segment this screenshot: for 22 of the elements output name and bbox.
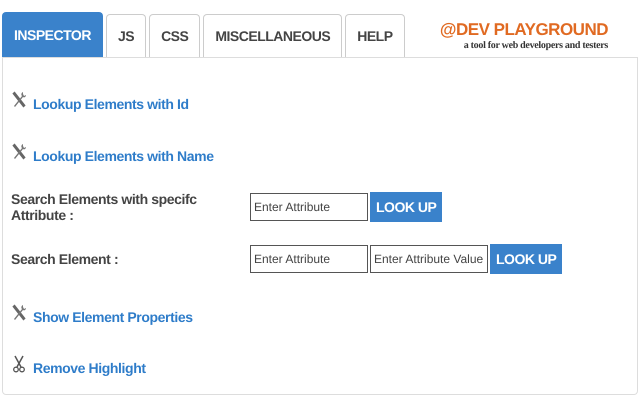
tab[interactable]: JS — [106, 14, 146, 57]
logo-title: @DEV PLAYGROUND — [440, 20, 608, 40]
action-link[interactable]: Lookup Elements with Id — [33, 96, 189, 112]
input-field[interactable]: Enter Attribute Value — [370, 244, 488, 273]
input-field[interactable]: Enter Attribute — [250, 244, 368, 273]
tab[interactable]: MISCELLANEOUS — [203, 14, 342, 57]
tools-icon — [11, 304, 27, 322]
look-up-button[interactable]: LOOK UP — [370, 192, 442, 222]
look-up-button[interactable]: LOOK UP — [490, 244, 562, 274]
logo-tagline: a tool for web developers and testers — [464, 40, 608, 51]
tab[interactable]: CSS — [149, 14, 200, 57]
action-link[interactable]: Lookup Elements with Name — [33, 148, 214, 164]
tools-icon — [11, 90, 27, 109]
tab[interactable]: HELP — [345, 14, 405, 57]
input-field[interactable]: Enter Attribute — [250, 193, 368, 222]
field-label: Search Elements with specifc Attribute : — [11, 191, 198, 224]
tab[interactable]: INSPECTOR — [2, 12, 103, 57]
action-link[interactable]: Remove Highlight — [33, 360, 146, 376]
tools-icon — [11, 142, 27, 160]
scissors-icon — [11, 355, 27, 374]
field-label: Search Element : — [11, 250, 120, 267]
action-link[interactable]: Show Element Properties — [33, 308, 193, 325]
